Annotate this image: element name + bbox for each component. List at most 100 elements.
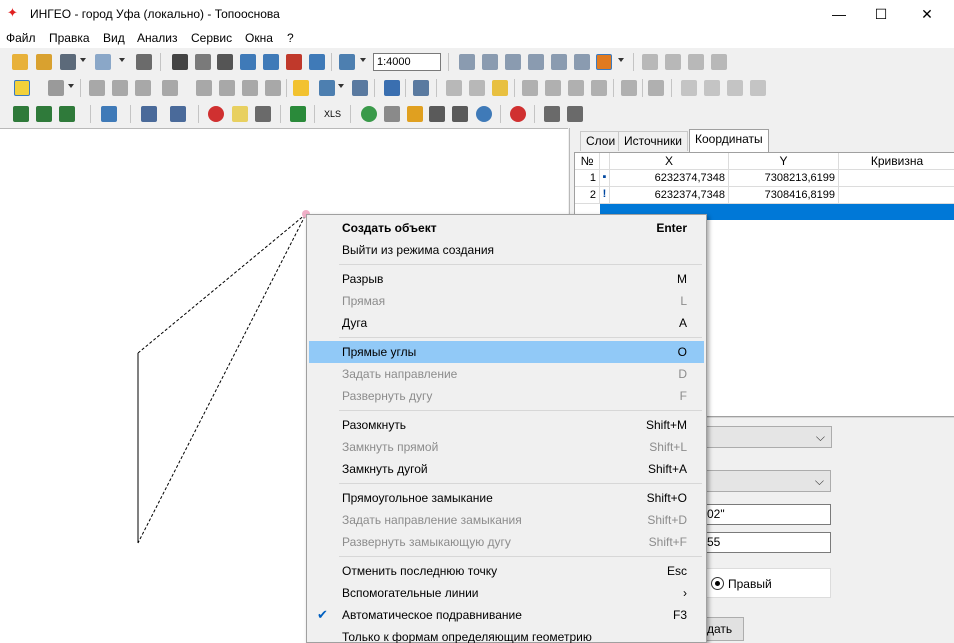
context-menu-item[interactable]: Развернуть дугу F [309, 385, 704, 407]
navigate-icon[interactable] [429, 106, 445, 122]
context-menu-item[interactable]: Задать направление замыкания Shift+D [309, 509, 704, 531]
frame-select-icon[interactable] [172, 54, 188, 70]
select-circle-icon[interactable] [528, 54, 544, 70]
home-icon[interactable] [384, 106, 400, 122]
chevron-down-icon[interactable] [80, 58, 86, 62]
select-polygon-icon[interactable] [551, 54, 567, 70]
context-menu-item[interactable]: Замкнуть прямой Shift+L [309, 436, 704, 458]
context-menu-item[interactable]: Разомкнуть Shift+M [309, 414, 704, 436]
edit-tool-2-icon[interactable] [112, 80, 128, 96]
info-cursor-icon[interactable] [413, 80, 429, 96]
context-menu-item[interactable]: Задать направление D [309, 363, 704, 385]
forbidden-icon[interactable] [208, 106, 224, 122]
geom-tool-2-icon[interactable] [469, 80, 485, 96]
scale-input[interactable] [373, 53, 441, 71]
angle-field[interactable]: 02" [690, 504, 831, 525]
geom-tool-7-icon[interactable] [591, 80, 607, 96]
row-1-curvature[interactable] [839, 170, 954, 187]
flag-tool-2-icon[interactable] [36, 106, 52, 122]
flag-tool-3-icon[interactable] [59, 106, 75, 122]
grid-add-icon[interactable] [665, 54, 681, 70]
kpt-download-icon[interactable] [290, 106, 306, 122]
plus-icon[interactable] [510, 106, 526, 122]
flag-tool-1-icon[interactable] [13, 106, 29, 122]
row-1-x[interactable]: 6232374,7348 [610, 170, 729, 187]
properties-icon[interactable] [352, 80, 368, 96]
pan-hand-icon[interactable] [195, 54, 211, 70]
add-layer-icon[interactable] [293, 80, 309, 96]
context-menu-item[interactable]: Только к формам определяющим геометрию [309, 626, 704, 643]
doc-tool-1-icon[interactable] [681, 80, 697, 96]
distance-field[interactable]: 55 [690, 532, 831, 553]
tab-sources[interactable]: Источники [618, 131, 688, 151]
height-icon[interactable] [452, 106, 468, 122]
grid-remove-icon[interactable] [688, 54, 704, 70]
search-icon[interactable] [101, 106, 117, 122]
menu-view[interactable]: Вид [103, 31, 125, 45]
row-2-y[interactable]: 7308416,8199 [729, 187, 839, 204]
query-icon[interactable] [141, 106, 157, 122]
note-icon[interactable] [232, 106, 248, 122]
zoom-extent-icon[interactable] [286, 54, 302, 70]
table-icon[interactable] [319, 80, 335, 96]
globe-icon[interactable] [361, 106, 377, 122]
combo-box-1[interactable]: ⌵ [690, 426, 832, 448]
radio-right[interactable] [711, 577, 724, 590]
doc-tool-4-icon[interactable] [750, 80, 766, 96]
context-menu-item[interactable]: Выйти из режима создания [309, 239, 704, 261]
select-region-icon[interactable] [574, 54, 590, 70]
maximize-button[interactable]: ☐ [858, 0, 904, 28]
geom-tool-3-icon[interactable] [492, 80, 508, 96]
report-icon[interactable] [170, 106, 186, 122]
edit-tool-1-icon[interactable] [89, 80, 105, 96]
grid-invert-icon[interactable] [711, 54, 727, 70]
undo-icon[interactable] [384, 80, 400, 96]
chevron-down-icon[interactable] [360, 58, 366, 62]
select-arrow-icon[interactable] [459, 54, 475, 70]
zoom-in-icon[interactable] [240, 54, 256, 70]
combo-box-2[interactable]: ⌵ [690, 470, 831, 492]
menu-edit[interactable]: Правка [49, 31, 90, 45]
scale-zoom-icon[interactable] [339, 54, 355, 70]
chevron-down-icon[interactable] [338, 84, 344, 88]
zoom-frame-icon[interactable] [217, 54, 233, 70]
context-menu-item[interactable]: Отменить последнюю точку Esc [309, 560, 704, 582]
geom-tool-1-icon[interactable] [446, 80, 462, 96]
geom-tool-5-icon[interactable] [545, 80, 561, 96]
edit-tool-7-icon[interactable] [242, 80, 258, 96]
edit-tool-6-icon[interactable] [219, 80, 235, 96]
geom-tool-4-icon[interactable] [522, 80, 538, 96]
style-picker-icon[interactable] [596, 54, 612, 70]
menu-windows[interactable]: Окна [245, 31, 273, 45]
zoom-out-icon[interactable] [263, 54, 279, 70]
open-folder-icon[interactable] [12, 54, 28, 70]
menu-file[interactable]: Файл [6, 31, 36, 45]
edit-tool-4-icon[interactable] [162, 80, 178, 96]
select-add-icon[interactable] [482, 54, 498, 70]
select-rect-icon[interactable] [505, 54, 521, 70]
menu-analysis[interactable]: Анализ [137, 31, 178, 45]
geom-tool-8-icon[interactable] [621, 80, 637, 96]
context-menu-item[interactable]: Замкнуть дугой Shift+A [309, 458, 704, 480]
context-menu-item[interactable]: Создать объект Enter [309, 217, 704, 239]
open-map-icon[interactable] [36, 54, 52, 70]
edit-tool-5-icon[interactable] [196, 80, 212, 96]
print-icon[interactable] [136, 54, 152, 70]
context-menu-item[interactable]: Прямоугольное замыкание Shift+O [309, 487, 704, 509]
zoom-previous-icon[interactable] [309, 54, 325, 70]
geom-tool-9-icon[interactable] [648, 80, 664, 96]
doc-tool-2-icon[interactable] [704, 80, 720, 96]
tab-layers[interactable]: Слои [580, 131, 622, 151]
context-menu-item[interactable]: Прямая L [309, 290, 704, 312]
row-2-x[interactable]: 6232374,7348 [610, 187, 729, 204]
geom-tool-6-icon[interactable] [568, 80, 584, 96]
close-button[interactable]: ✕ [904, 0, 950, 28]
minimize-button[interactable]: — [816, 0, 862, 28]
create-object-icon[interactable] [14, 80, 30, 96]
help-icon[interactable] [476, 106, 492, 122]
layers-icon[interactable] [60, 54, 76, 70]
context-menu-item[interactable]: Прямые углы O [309, 341, 704, 363]
edit-object-icon[interactable] [48, 80, 64, 96]
row-2-curvature[interactable] [839, 187, 954, 204]
edit-tool-8-icon[interactable] [265, 80, 281, 96]
